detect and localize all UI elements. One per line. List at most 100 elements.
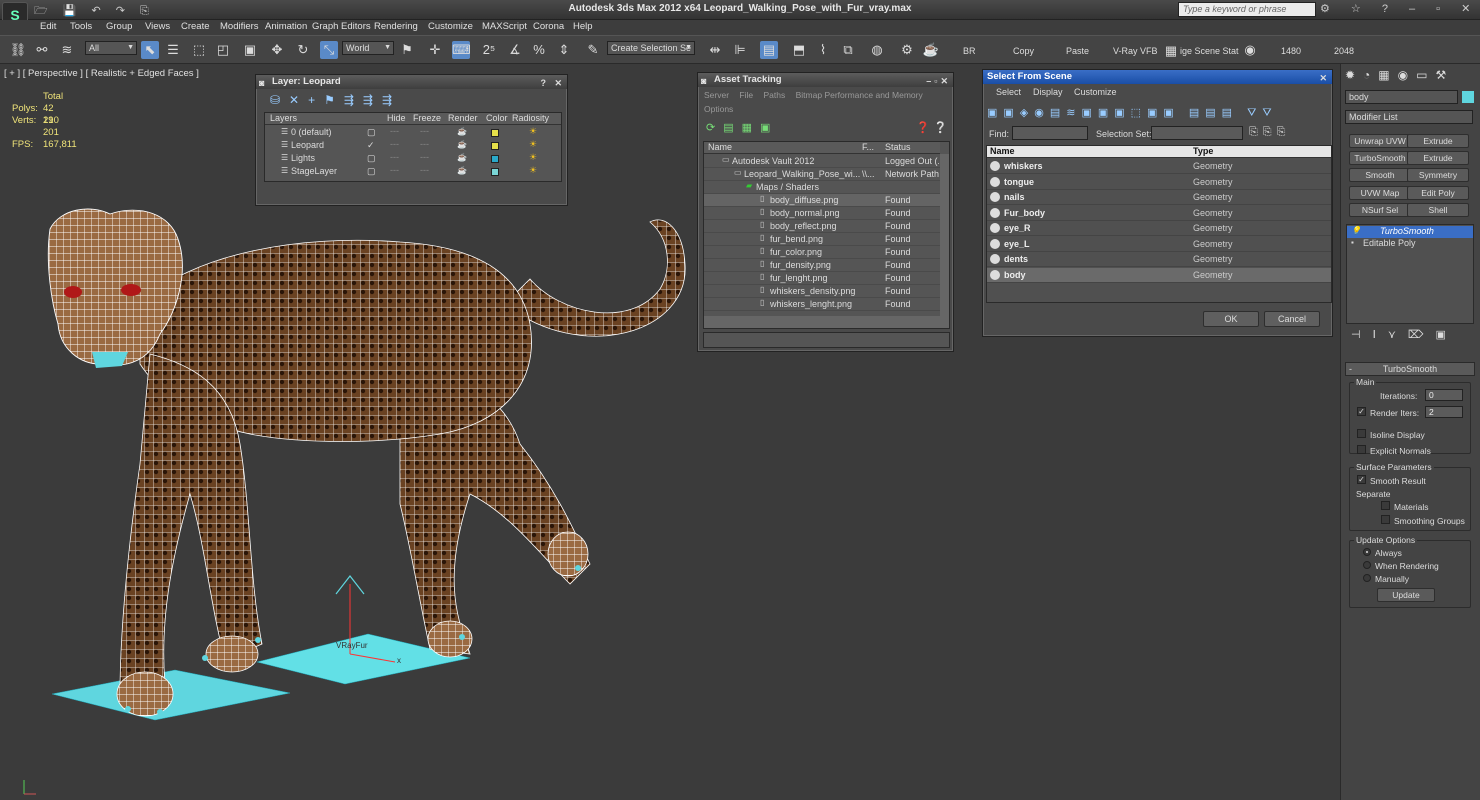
layer-manager-icon[interactable]: ▤ <box>760 41 778 59</box>
asset-help-icons[interactable]: ❓❔ <box>916 121 951 134</box>
radiosity-icon[interactable]: ☀ <box>529 139 537 150</box>
asset-row[interactable]: ▯ fur_color.png Found <box>704 246 940 259</box>
layer-color-swatch[interactable] <box>491 168 499 176</box>
cancel-button[interactable]: Cancel <box>1264 311 1320 327</box>
selection-set-icons[interactable]: ⎘⎘⎘ <box>1249 126 1290 139</box>
hide-toggle-icon[interactable]: --- <box>390 165 399 175</box>
asset-row[interactable]: ▰ Maps / Shaders <box>704 181 940 194</box>
asset-row[interactable]: ▯ fur_bend.png Found <box>704 233 940 246</box>
menu-maxscript[interactable]: MAXScript <box>482 21 527 32</box>
select-window-titlebar[interactable]: Select From Scene ✕ <box>983 70 1332 84</box>
when-rendering-radio[interactable] <box>1363 561 1371 569</box>
materials-checkbox[interactable] <box>1381 501 1390 510</box>
mirror-icon[interactable]: ⇹ <box>706 41 724 59</box>
render-teapot-icon[interactable]: ☕ <box>457 166 467 175</box>
scene-object-row[interactable]: body Geometry <box>987 267 1331 283</box>
asset-path-field[interactable] <box>703 332 950 348</box>
edit-named-sel-icon[interactable]: ✎ <box>584 41 602 59</box>
rotate-icon[interactable]: ↻ <box>294 41 312 59</box>
help-search-input[interactable]: Type a keyword or phrase <box>1178 2 1316 17</box>
col-radiosity[interactable]: Radiosity <box>512 113 549 123</box>
nsurf-sel-button[interactable]: NSurf Sel <box>1349 203 1411 217</box>
menu-views[interactable]: Views <box>145 21 170 32</box>
toolbar-br-button[interactable]: BR <box>963 46 976 56</box>
menu-rendering[interactable]: Rendering <box>374 21 418 32</box>
uvw-map-button[interactable]: UVW Map <box>1349 186 1411 200</box>
render-iters-spinner[interactable]: 2 <box>1425 406 1463 418</box>
asset-col-status[interactable]: Status <box>885 142 911 152</box>
bind-space-warp-icon[interactable]: ≋ <box>58 41 76 59</box>
turbosmooth-rollout-header[interactable]: - TurboSmooth <box>1345 362 1475 376</box>
expand-icon[interactable]: ▪ <box>1351 238 1354 247</box>
asset-row[interactable]: ▯ fur_density.png Found <box>704 259 940 272</box>
radiosity-icon[interactable]: ☀ <box>529 126 537 137</box>
asset-col-name[interactable]: Name <box>708 142 732 152</box>
pivot-center-icon[interactable]: ⚑ <box>398 41 416 59</box>
menu-create[interactable]: Create <box>181 21 210 32</box>
select-move-icon[interactable]: ▣ <box>241 41 259 59</box>
asset-menu-bitmap[interactable]: Bitmap Performance and Memory <box>796 90 923 100</box>
smoothing-groups-checkbox[interactable] <box>1381 515 1390 524</box>
select-menu-select[interactable]: Select <box>996 87 1021 97</box>
layer-row[interactable]: ☰ Leopard ✓ --- --- ☕ ☀ <box>265 139 561 152</box>
active-layer-checkmark-icon[interactable]: ✓ <box>367 140 375 151</box>
link-icon[interactable]: ⛓ <box>9 41 27 59</box>
selection-filter-dropdown[interactable]: All <box>85 41 137 55</box>
select-filter-toolbar[interactable]: ▣▣◈◉▤≋▣▣▣⬚▣▣ ▤▤▤ ⛛⛛ <box>987 106 1278 120</box>
stack-item-turbosmooth[interactable]: 💡 TurboSmooth <box>1347 226 1473 238</box>
freeze-toggle-icon[interactable]: --- <box>420 126 429 136</box>
layer-active-box-icon[interactable]: ▢ <box>367 153 376 164</box>
layer-window-titlebar[interactable]: ◙ Layer: Leopard ? ✕ <box>256 75 567 89</box>
extrude-button[interactable]: Extrude <box>1407 134 1469 148</box>
scene-col-type[interactable]: Type <box>1193 146 1213 156</box>
selection-set-dropdown[interactable] <box>1151 126 1243 140</box>
col-hide[interactable]: Hide <box>387 113 406 123</box>
asset-menu-paths[interactable]: Paths <box>764 90 786 100</box>
select-by-name-icon[interactable]: ☰ <box>164 41 182 59</box>
freeze-toggle-icon[interactable]: --- <box>420 165 429 175</box>
asset-menu-file[interactable]: File <box>739 90 753 100</box>
asset-window-titlebar[interactable]: ◙ Asset Tracking –▫✕ <box>698 73 953 87</box>
radiosity-icon[interactable]: ☀ <box>529 165 537 176</box>
menu-group[interactable]: Group <box>106 21 132 32</box>
always-radio[interactable] <box>1363 548 1371 556</box>
viewport-label[interactable]: [ + ] [ Perspective ] [ Realistic + Edge… <box>4 68 199 79</box>
shell-button[interactable]: Shell <box>1407 203 1469 217</box>
scene-object-row[interactable]: dents Geometry <box>987 252 1331 267</box>
layer-toolbar[interactable]: ⛁✕+⚑⇶⇶⇶ <box>270 93 401 107</box>
edit-poly-button[interactable]: Edit Poly <box>1407 186 1469 200</box>
rect-selection-icon[interactable]: ⬚ <box>190 41 208 59</box>
asset-window-buttons[interactable]: –▫✕ <box>926 74 951 88</box>
layer-color-swatch[interactable] <box>491 142 499 150</box>
scene-object-row[interactable]: eye_L Geometry <box>987 237 1331 252</box>
unwrap-uvw-button[interactable]: Unwrap UVW <box>1349 134 1411 148</box>
menu-modifiers[interactable]: Modifiers <box>220 21 259 32</box>
asset-col-f[interactable]: F... <box>862 142 874 152</box>
named-selection-dropdown[interactable]: Create Selection Se <box>607 41 695 55</box>
update-button[interactable]: Update <box>1377 588 1435 602</box>
menu-animation[interactable]: Animation <box>265 21 307 32</box>
scene-col-name[interactable]: Name <box>990 146 1015 156</box>
toolbar-height-button[interactable]: 2048 <box>1334 46 1354 56</box>
command-panel-tabs[interactable]: ✹◔▦◉▭⚒ <box>1345 68 1454 82</box>
layer-active-box-icon[interactable]: ▢ <box>367 166 376 177</box>
layer-row[interactable]: ☰ Lights ▢ --- --- ☕ ☀ <box>265 152 561 165</box>
move-icon[interactable]: ✥ <box>268 41 286 59</box>
extrude-button-2[interactable]: Extrude <box>1407 151 1469 165</box>
graphite-tools-icon[interactable]: ⬒ <box>790 41 808 59</box>
layer-row[interactable]: ☰ StageLayer ▢ --- --- ☕ ☀ <box>265 165 561 178</box>
object-color-swatch[interactable] <box>1462 91 1474 103</box>
reference-coord-dropdown[interactable]: World <box>342 41 394 55</box>
radiosity-icon[interactable]: ☀ <box>529 152 537 163</box>
select-menu-customize[interactable]: Customize <box>1074 87 1117 97</box>
menu-graph-editors[interactable]: Graph Editors <box>312 21 371 32</box>
render-iters-checkbox[interactable]: ✓ <box>1357 407 1366 416</box>
asset-row[interactable]: ▯ whiskers_lenght.png Found <box>704 298 940 311</box>
scene-object-row[interactable]: Fur_body Geometry <box>987 206 1331 221</box>
quick-access-toolbar[interactable]: 🗁 💾 ↶ ↷ ⎘ <box>34 2 155 21</box>
isoline-display-checkbox[interactable] <box>1357 429 1366 438</box>
vray-logo-icon[interactable]: ◉ <box>1241 41 1259 59</box>
select-menu-display[interactable]: Display <box>1033 87 1063 97</box>
unlink-icon[interactable]: ⚯ <box>33 41 51 59</box>
col-color[interactable]: Color <box>486 113 508 123</box>
